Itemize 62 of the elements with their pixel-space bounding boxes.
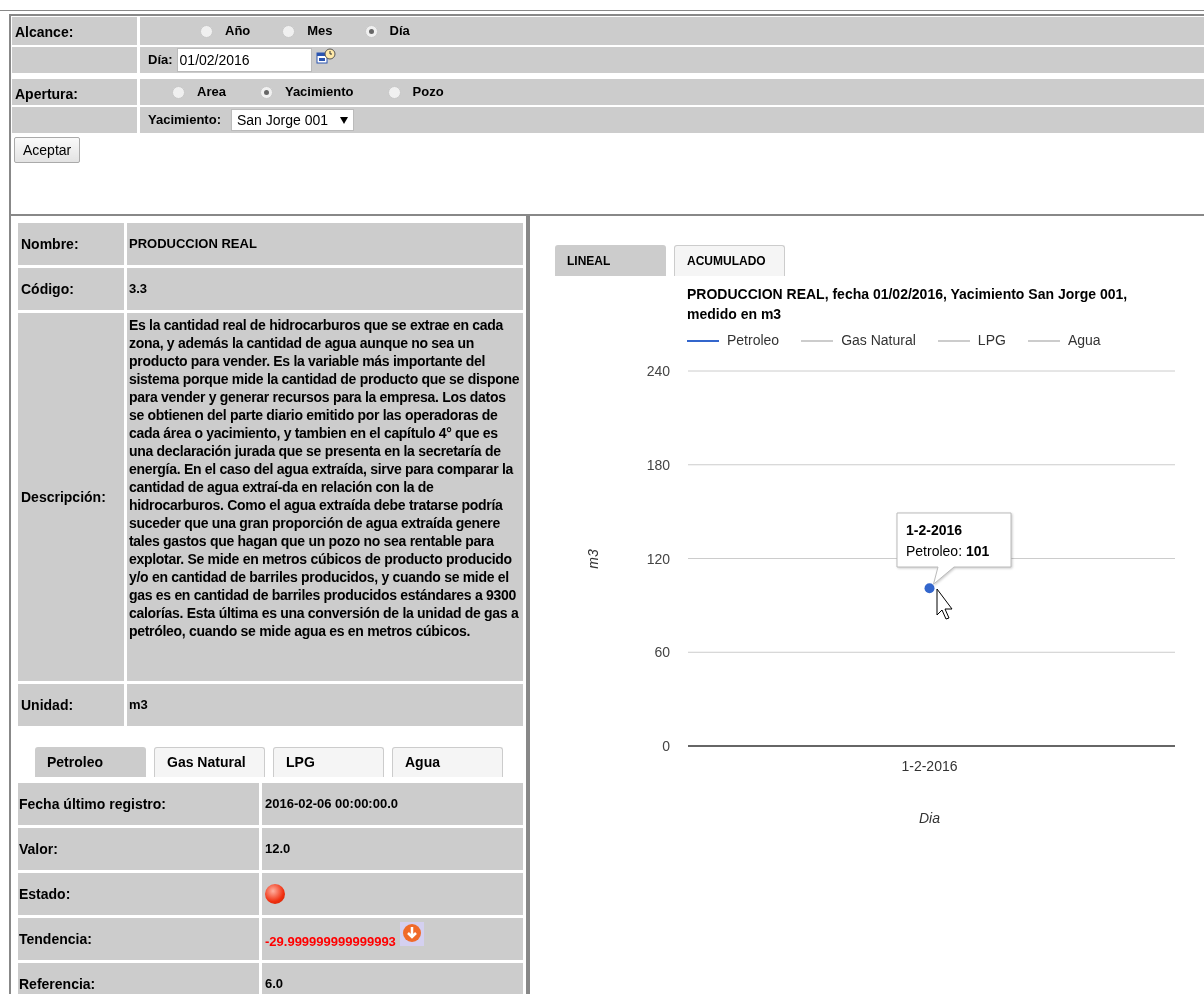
calendar-clock-icon[interactable] xyxy=(315,48,336,64)
chart-title: PRODUCCION REAL, fecha 01/02/2016, Yacimiento San Jorge 001, medido en m3 xyxy=(687,285,1129,324)
indicator-label: Tendencia: xyxy=(19,929,92,949)
date-field[interactable]: 01/02/2016 xyxy=(176,48,312,72)
radio-label: Año xyxy=(225,22,251,41)
radio-button[interactable] xyxy=(282,24,296,38)
y-tick-label: 240 xyxy=(646,363,670,379)
indicator-value: 2016-02-06 00:00:00.0 xyxy=(265,795,398,814)
field-label: Alcance: xyxy=(15,24,74,40)
data-point xyxy=(924,583,935,594)
detail-label: Nombre: xyxy=(21,234,79,254)
product-tab[interactable]: Gas Natural xyxy=(154,747,265,777)
legend-label: LPG xyxy=(977,331,1006,350)
field-select[interactable]: San Jorge 001 xyxy=(230,109,355,131)
mouse-cursor-icon xyxy=(936,588,953,620)
radio-button[interactable] xyxy=(387,85,401,99)
radio-button[interactable] xyxy=(364,24,378,38)
chart-tab[interactable]: LINEAL xyxy=(555,245,666,276)
product-tab[interactable]: Petroleo xyxy=(35,747,146,777)
detail-value: m3 xyxy=(129,696,148,715)
radio-label: Mes xyxy=(307,22,333,41)
caret-icon xyxy=(340,116,349,124)
y-tick-label: 120 xyxy=(646,550,670,567)
detail-label: Unidad: xyxy=(21,695,74,715)
product-tab[interactable]: LPG xyxy=(273,747,384,777)
radio-label: Pozo xyxy=(412,83,444,102)
indicator-label: Referencia: xyxy=(19,974,96,994)
detail-value: 3.3 xyxy=(129,280,148,299)
detail-label: Descripción: xyxy=(21,487,106,507)
description-text: Es la cantidad real de hidrocarburos que se extrae en cada zona, y además la cantidad de agua aunque no sea un producto para vender. Es la variable más importante del sistema porque mide la cantidad de producto que se dispone para vender y generar recursos para la empresa. Los datos se obtienen del parte diario emitido por las operadoras de cada área o yacimiento, y tambien en el capítulo 4° que es una declaración jurada que se presenta en la secretaría de energía. En el caso del agua extraída, sirve para comparar la cantidad de agua extraí-da en relación con la de hidrocarburos. Como el agua extraída debe tratarse podría suceder que una gran proporción de agua extraída genere tales gastos que hagan que un pozo no sea rentable para explotar. Se mide en metros cúbicos de producto producido y/o en cantidad de barriles producidos, y cuando se mide el gas es en cantidad de barriles producidos estándares a 9300 calorías. Esta última es una conversión de la unidad de gas a petróleo, cuando se mide agua es en metros cúbicos. xyxy=(129,316,521,640)
y-axis-title: m3 xyxy=(585,549,601,569)
legend-label: Gas Natural xyxy=(841,331,916,350)
radio-button[interactable] xyxy=(200,24,213,38)
radio-label: Area xyxy=(197,83,226,102)
radio-label: Yacimiento xyxy=(284,83,354,102)
indicator-label: Estado: xyxy=(19,884,71,904)
radio-button[interactable] xyxy=(259,85,273,99)
y-tick-label: 60 xyxy=(654,644,670,661)
product-tab[interactable]: Agua xyxy=(392,747,503,777)
indicator-value: 6.0 xyxy=(265,975,284,994)
chart-tab[interactable]: ACUMULADO xyxy=(674,245,785,276)
x-tick-label: 1-2-2016 xyxy=(901,758,958,774)
tooltip-value: Petroleo: 101 xyxy=(906,543,990,559)
field-label: Yacimiento: xyxy=(148,111,221,130)
tooltip-title: 1-2-2016 xyxy=(906,522,963,538)
trend-value: -29.999999999999993 xyxy=(265,933,396,952)
field-label: Día: xyxy=(148,51,173,70)
indicator-label: Fecha último registro: xyxy=(19,794,167,814)
indicator-label: Valor: xyxy=(19,839,58,859)
radio-label: Día xyxy=(389,22,410,41)
x-axis-title: Dia xyxy=(919,810,940,826)
y-tick-label: 0 xyxy=(662,738,670,754)
field-label: Apertura: xyxy=(15,86,78,102)
detail-label: Código: xyxy=(21,279,74,299)
accept-button[interactable]: Aceptar xyxy=(14,137,81,163)
indicator-value: 12.0 xyxy=(265,840,291,859)
detail-value: PRODUCCION REAL xyxy=(129,235,257,254)
legend-label: Petroleo xyxy=(727,331,780,350)
status-light-icon xyxy=(265,884,285,904)
y-tick-label: 180 xyxy=(646,456,670,473)
radio-button[interactable] xyxy=(172,85,185,99)
legend-label: Agua xyxy=(1067,331,1101,350)
